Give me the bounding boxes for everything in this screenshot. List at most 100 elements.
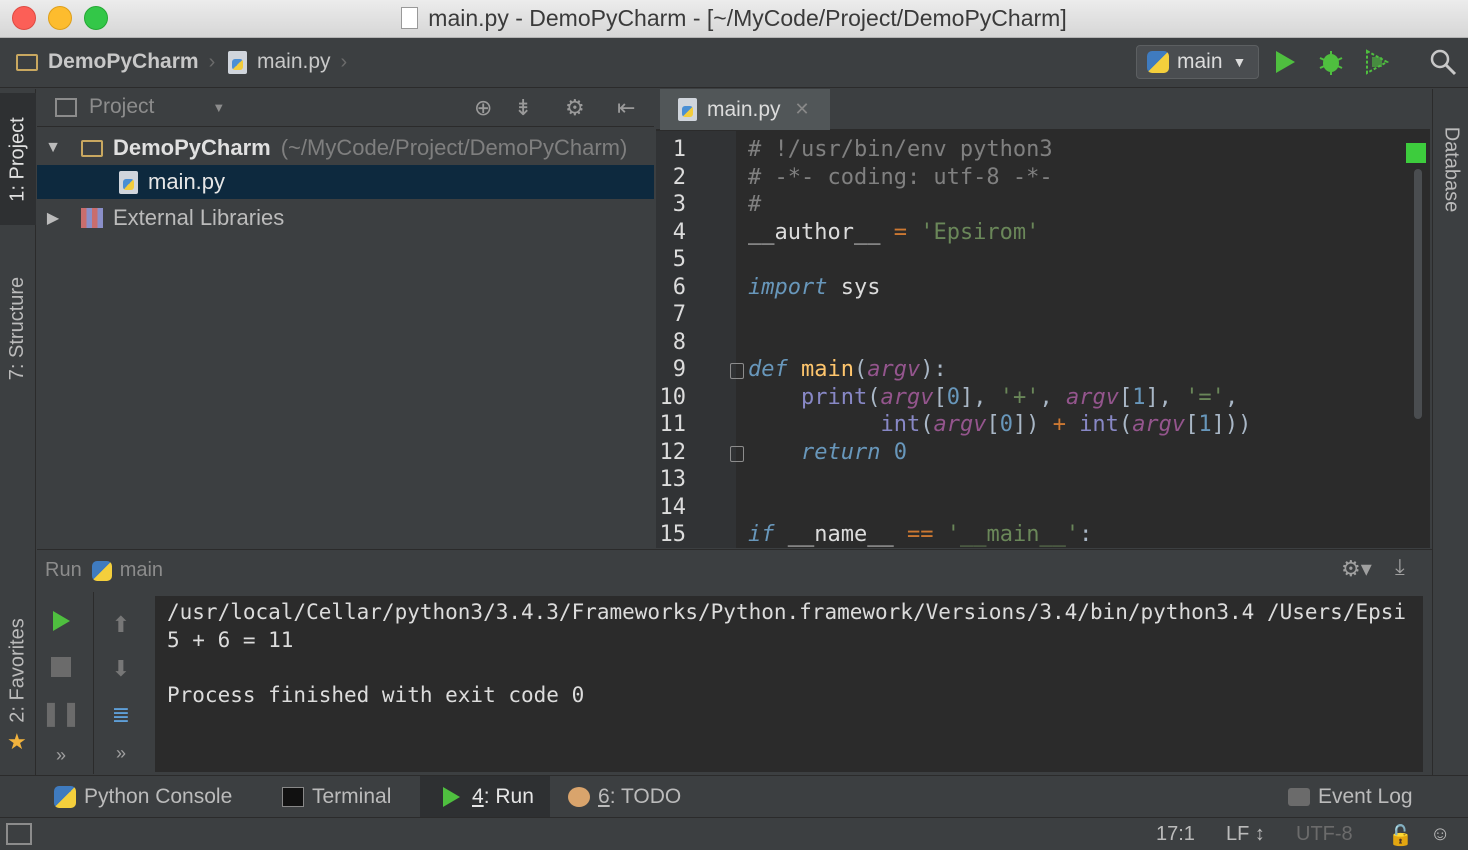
bottom-tool-tabs: Python Console Terminal 4: Run 6: TODO E…	[0, 775, 1468, 818]
inspector-icon[interactable]: ☺	[1430, 823, 1450, 846]
fold-marker-icon[interactable]	[730, 446, 744, 462]
code-line: if __name__ == '__main__':	[748, 522, 1093, 547]
rerun-button[interactable]	[46, 606, 76, 636]
debug-button[interactable]	[1316, 47, 1346, 77]
breadcrumb-file-label: main.py	[257, 50, 331, 73]
caret-position[interactable]: 17:1	[1156, 823, 1195, 846]
tool-tab-database[interactable]: Database	[1433, 99, 1468, 239]
hide-panel-icon[interactable]: ⇤	[617, 95, 635, 121]
toggle-tool-windows-icon[interactable]	[6, 823, 32, 845]
gear-icon[interactable]: ⚙	[565, 95, 585, 121]
left-tool-strip: 1: Project 7: Structure 2: Favorites ★	[0, 89, 36, 775]
stop-button[interactable]	[46, 652, 76, 682]
folder-icon	[81, 139, 103, 157]
tree-item-main-py[interactable]: main.py	[37, 165, 654, 199]
tab-event-log[interactable]: Event Log	[1288, 776, 1413, 818]
python-icon	[91, 560, 112, 581]
line-number: 15	[659, 522, 687, 547]
tool-tab-favorites-label: 2: Favorites	[6, 617, 29, 723]
tool-tab-structure[interactable]: 7: Structure	[0, 253, 36, 403]
tool-tab-structure-label: 7: Structure	[6, 276, 29, 380]
more-actions-button[interactable]: »	[106, 738, 136, 768]
tree-item-external-libraries[interactable]: ▶ External Libraries	[37, 201, 654, 235]
run-with-coverage-button[interactable]	[1362, 47, 1392, 77]
tree-item-label: main.py	[148, 169, 226, 194]
code-line: return 0	[800, 440, 907, 465]
close-icon[interactable]: ✕	[795, 99, 810, 120]
chevron-right-icon: ›	[208, 50, 216, 73]
tab-event-log-label: Event Log	[1318, 785, 1413, 808]
run-button[interactable]	[1270, 47, 1300, 77]
tab-run-label: : Run	[483, 785, 534, 808]
folder-icon	[16, 53, 38, 71]
editor-tab-bar: main.py ✕	[656, 89, 1430, 130]
search-everywhere-button[interactable]	[1428, 47, 1458, 77]
run-panel-title: Run	[45, 559, 82, 581]
tool-tab-project[interactable]: 1: Project	[0, 93, 36, 225]
run-configuration-select[interactable]: main ▼	[1136, 45, 1259, 79]
bug-icon	[1319, 51, 1343, 75]
code-line: # -*- coding: utf-8 -*-	[748, 165, 1053, 190]
down-stack-button[interactable]: ⬇	[106, 654, 136, 684]
line-number: 14	[659, 495, 687, 520]
line-number: 10	[659, 385, 687, 410]
run-toolbar: ❚❚ »	[37, 592, 93, 774]
collapse-all-icon[interactable]: ⇟	[514, 95, 532, 121]
project-panel: Project ▼ ⊕ ⇟ ⚙ ⇤ ▼ DemoPyCharm (~/MyCod…	[37, 89, 654, 548]
gear-icon[interactable]: ⚙▾	[1341, 556, 1372, 582]
code-editor: main.py ✕ 1 2 3 4 5 6 7 8 9 10 11 12 13 …	[656, 89, 1430, 548]
line-number: 2	[672, 165, 686, 190]
console-line: Process finished with exit code 0	[167, 683, 585, 707]
fold-marker-icon[interactable]	[730, 363, 744, 379]
editor-tab-main-py[interactable]: main.py ✕	[660, 89, 830, 130]
python-file-icon	[678, 98, 697, 121]
tool-tab-favorites[interactable]: 2: Favorites	[0, 595, 36, 745]
up-stack-button[interactable]: ⬆	[106, 610, 136, 640]
tab-terminal[interactable]: Terminal	[282, 776, 391, 818]
soft-wrap-icon: ≣	[111, 702, 131, 727]
breadcrumb-file[interactable]: main.py ›	[228, 50, 347, 74]
line-separator-select[interactable]: LF ↕	[1226, 823, 1265, 846]
star-icon: ★	[7, 729, 27, 754]
inspection-status-icon[interactable]	[1406, 143, 1426, 163]
run-configuration-label: main	[1177, 50, 1223, 73]
tree-item-project-root[interactable]: ▼ DemoPyCharm (~/MyCode/Project/DemoPyCh…	[37, 131, 654, 165]
console-line: 5 + 6 = 11	[167, 628, 294, 652]
editor-scrollbar[interactable]	[1414, 169, 1422, 419]
line-number: 7	[672, 302, 686, 327]
title-bar: main.py - DemoPyCharm - [~/MyCode/Projec…	[0, 0, 1468, 38]
more-actions-button[interactable]: »	[46, 740, 76, 770]
double-chevron-icon: »	[55, 744, 66, 765]
tab-python-console[interactable]: Python Console	[54, 776, 232, 818]
chevron-down-icon: ▼	[1232, 54, 1247, 70]
stop-icon	[51, 657, 71, 677]
file-encoding-select[interactable]: UTF-8	[1296, 823, 1353, 846]
event-log-icon	[1288, 788, 1310, 806]
python-file-icon	[228, 50, 247, 74]
chevron-right-icon: ›	[340, 50, 348, 73]
terminal-icon	[282, 787, 304, 807]
tab-run[interactable]: 4: Run	[420, 776, 550, 818]
arrow-down-icon: ⬇	[111, 656, 131, 681]
line-number: 12	[659, 440, 687, 465]
pause-icon: ❚❚	[40, 699, 82, 727]
code-line: #	[748, 192, 762, 217]
tab-todo-label: : TODO	[609, 785, 682, 808]
double-chevron-icon: »	[115, 742, 126, 763]
hide-panel-icon[interactable]: ⤓	[1395, 554, 1405, 580]
run-console-output[interactable]: /usr/local/Cellar/python3/3.4.3/Framewor…	[155, 596, 1423, 772]
code-area[interactable]: # !/usr/bin/env python3 # -*- coding: ut…	[748, 131, 1388, 548]
pause-button[interactable]: ❚❚	[41, 698, 81, 728]
run-icon	[1276, 51, 1295, 73]
line-number: 8	[672, 330, 686, 355]
breadcrumb-project[interactable]: DemoPyCharm ›	[16, 50, 215, 74]
run-icon	[443, 787, 460, 807]
scroll-from-source-icon[interactable]: ⊕	[474, 95, 492, 121]
python-icon	[1147, 51, 1169, 73]
read-only-lock-icon[interactable]: 🔓	[1388, 823, 1413, 848]
project-view-select[interactable]: Project ▼	[55, 95, 225, 119]
tab-todo[interactable]: 6: TODO	[568, 776, 681, 818]
soft-wrap-button[interactable]: ≣	[106, 700, 136, 730]
right-tool-strip: Database	[1432, 89, 1468, 775]
line-number: 1	[672, 137, 686, 162]
